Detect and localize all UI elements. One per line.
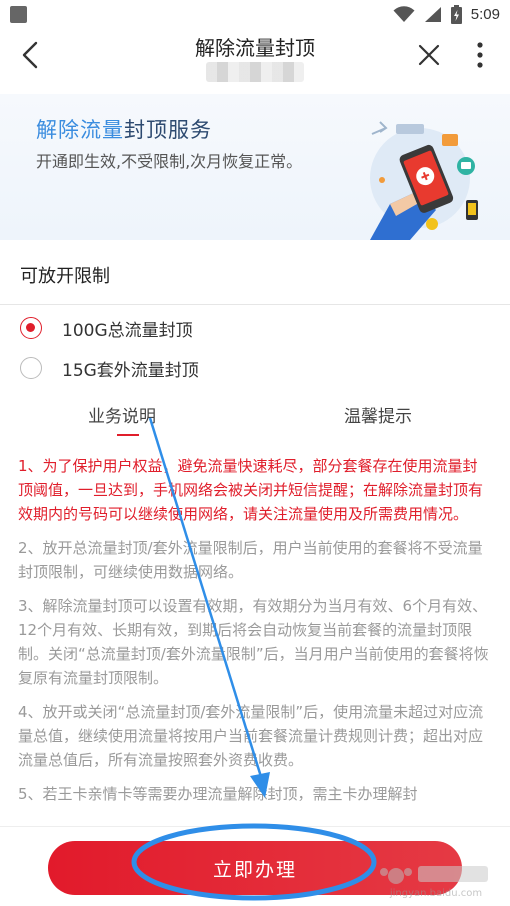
banner-title-highlight: 解除流量 [36,118,124,142]
limit-section-title: 可放开限制 [20,266,110,287]
radio-button-checked[interactable] [20,317,42,339]
battery-icon [450,4,462,24]
limit-section-header: 可放开限制 [0,240,510,304]
status-indicators: 5:09 [393,3,500,25]
option-label: 100G总流量封顶 [62,320,193,341]
description-paragraph-3: 3、解除流量封顶可以设置有效期，有效期分为当月有效、6个月有效、12个月有效、长… [18,597,489,687]
wifi-icon [393,5,415,22]
baidu-watermark-icon: jingyan.baidu.com [380,866,488,899]
nav-bar: 解除流量封顶 [0,28,510,94]
service-banner: 解除流量封顶服务 开通即生效,不受限制,次月恢复正常。 [0,94,510,240]
blurred-phone-number [206,62,304,82]
tab-warm-tips[interactable]: 温馨提示 [344,402,412,427]
status-time: 5:09 [470,5,500,23]
active-tab-indicator [117,434,139,436]
status-bar: 5:09 [0,0,510,28]
description-content: 1、为了保护用户权益，避免流量快速耗尽，部分套餐存在使用流量封顶阈值，一旦达到，… [18,454,492,826]
option-100g-total-cap[interactable]: 100G总流量封顶 [20,313,193,343]
radio-button-unchecked[interactable] [20,357,42,379]
description-paragraph-5: 5、若王卡亲情卡等需要办理流量解除封顶，需主卡办理解封 [18,785,418,803]
divider [0,304,510,305]
option-label: 15G套外流量封顶 [62,360,199,381]
banner-title-rest: 封顶服务 [124,118,212,142]
tab-business-description[interactable]: 业务说明 [88,402,156,427]
signal-icon [424,6,441,22]
notification-icon [10,6,27,23]
banner-subtitle: 开通即生效,不受限制,次月恢复正常。 [36,152,303,171]
description-paragraph-1: 1、为了保护用户权益，避免流量快速耗尽，部分套餐存在使用流量封顶阈值，一旦达到，… [18,457,484,523]
phone-illustration-icon [370,121,478,240]
option-15g-extra-cap[interactable]: 15G套外流量封顶 [20,353,199,383]
close-icon[interactable] [412,38,446,72]
banner-title: 解除流量封顶服务 [36,114,212,144]
description-paragraph-2: 2、放开总流量封顶/套外流量限制后，用户当前使用的套餐将不受流量封顶限制，可继续… [18,539,483,581]
description-paragraph-4: 4、放开或关闭“总流量封顶/套外流量限制”后，使用流量未超过对应流量总值，继续使… [18,703,484,769]
watermark-text: jingyan.baidu.com [389,888,482,899]
more-options-icon[interactable] [470,38,490,72]
